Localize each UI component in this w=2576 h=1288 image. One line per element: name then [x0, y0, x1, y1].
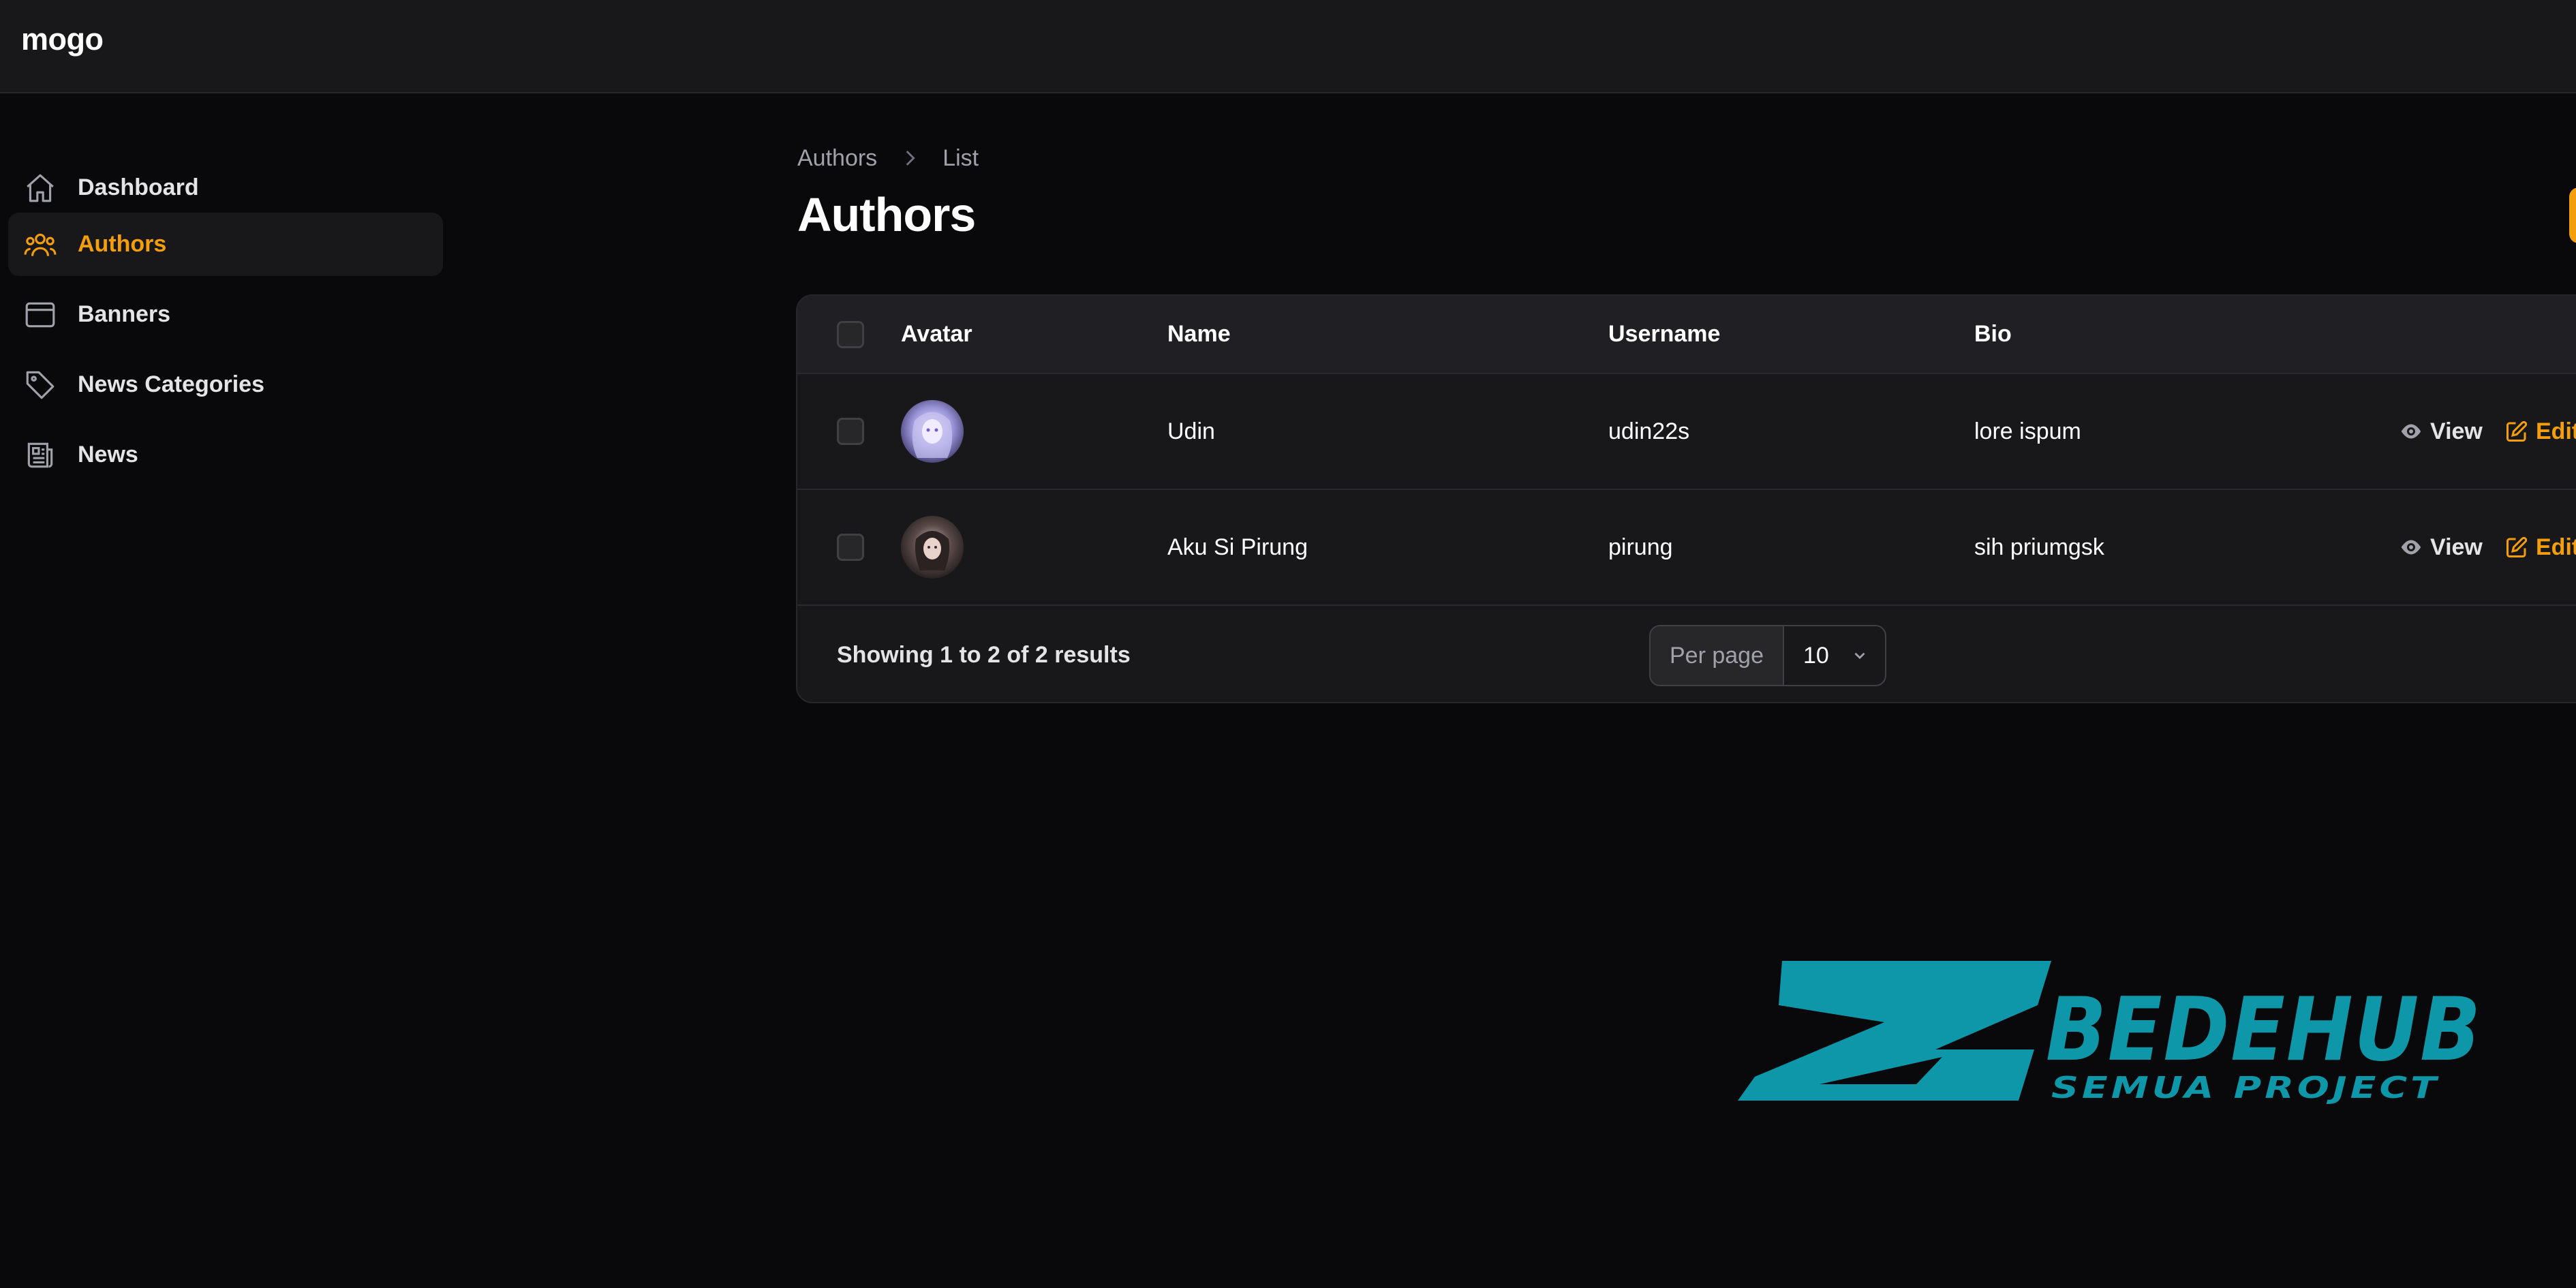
- breadcrumb: Authors List: [797, 144, 979, 172]
- browser-window-icon: [22, 296, 59, 333]
- sidebar-item-authors[interactable]: Authors: [8, 213, 443, 276]
- pencil-square-icon: [2506, 536, 2528, 557]
- sidebar-item-label: Dashboard: [78, 174, 199, 200]
- newspaper-icon: [22, 437, 59, 474]
- avatar-cell: [901, 490, 964, 604]
- edit-label: Edit: [2536, 534, 2576, 560]
- edit-button[interactable]: Edit: [2504, 534, 2576, 561]
- per-page-label: Per page: [1651, 626, 1784, 685]
- eye-icon: [2401, 424, 2421, 439]
- edit-label: Edit: [2536, 418, 2576, 444]
- sidebar-item-label: Authors: [78, 231, 167, 257]
- edit-button[interactable]: Edit: [2504, 418, 2576, 445]
- per-page-value: 10: [1803, 642, 1829, 669]
- pencil-square-icon: [2506, 420, 2528, 442]
- column-header-name[interactable]: Name: [1167, 296, 1231, 373]
- author-username: pirung: [1608, 534, 1673, 560]
- chevron-right-icon: [896, 144, 923, 172]
- table-footer: Showing 1 to 2 of 2 results Per page 10: [797, 606, 2576, 702]
- results-summary: Showing 1 to 2 of 2 results: [837, 642, 1131, 668]
- brand-logo[interactable]: mogo: [21, 22, 104, 57]
- view-label: View: [2430, 534, 2483, 560]
- select-all-cell: [837, 296, 864, 373]
- author-name: Aku Si Pirung: [1167, 534, 1308, 560]
- per-page-dropdown[interactable]: 10: [1784, 626, 1885, 685]
- new-author-button[interactable]: [2569, 187, 2576, 243]
- top-bar: mogo: [0, 0, 2576, 93]
- avatar-cell: [901, 374, 964, 489]
- view-button[interactable]: View: [2399, 534, 2483, 561]
- bedehub-watermark-logo: BEDEHUB SEMUA PROJECT: [1738, 957, 2487, 1105]
- row-select-cell: [837, 490, 864, 604]
- sidebar-item-news[interactable]: News: [8, 423, 443, 487]
- view-button[interactable]: View: [2399, 418, 2483, 445]
- column-header-avatar[interactable]: Avatar: [901, 296, 972, 373]
- chevron-down-icon: [1854, 652, 1865, 660]
- tag-icon: [22, 367, 59, 403]
- view-label: View: [2430, 418, 2483, 444]
- author-name: Udin: [1167, 418, 1215, 444]
- authors-table: Avatar Name Username Bio Udin udin22s lo…: [796, 294, 2576, 703]
- view-action-cell: View: [2399, 374, 2483, 489]
- author-bio: lore ispum: [1974, 418, 2081, 444]
- column-header-username[interactable]: Username: [1608, 296, 1720, 373]
- svg-text:BEDEHUB: BEDEHUB: [2046, 979, 2482, 1081]
- eye-icon: [2401, 540, 2421, 555]
- svg-text:SEMUA PROJECT: SEMUA PROJECT: [2051, 1071, 2440, 1104]
- row-checkbox[interactable]: [837, 418, 864, 445]
- page-title: Authors: [797, 188, 976, 241]
- view-action-cell: View: [2399, 490, 2483, 604]
- breadcrumb-current: List: [942, 144, 979, 171]
- author-username: udin22s: [1608, 418, 1690, 444]
- edit-action-cell: Edit: [2504, 374, 2576, 489]
- users-icon: [22, 226, 59, 263]
- edit-action-cell: Edit: [2504, 490, 2576, 604]
- sidebar-item-label: Banners: [78, 301, 171, 327]
- author-bio: sih priumgsk: [1974, 534, 2104, 560]
- sidebar: Dashboard Authors Banners News Categorie…: [0, 93, 450, 1288]
- table-row[interactable]: Udin udin22s lore ispum View Edit: [797, 374, 2576, 490]
- sidebar-item-news-categories[interactable]: News Categories: [8, 353, 443, 416]
- select-all-checkbox[interactable]: [837, 320, 864, 348]
- row-select-cell: [837, 374, 864, 489]
- sidebar-item-dashboard[interactable]: Dashboard: [8, 156, 443, 219]
- breadcrumb-link-authors[interactable]: Authors: [797, 145, 877, 172]
- avatar: [901, 400, 964, 463]
- column-header-bio[interactable]: Bio: [1974, 296, 2012, 373]
- table-row[interactable]: Aku Si Pirung pirung sih priumgsk View E…: [797, 490, 2576, 606]
- table-header: Avatar Name Username Bio: [797, 296, 2576, 374]
- per-page-select[interactable]: Per page 10: [1649, 625, 1886, 686]
- avatar: [901, 516, 964, 579]
- sidebar-item-label: News: [78, 442, 138, 467]
- row-checkbox[interactable]: [837, 534, 864, 561]
- sidebar-item-label: News Categories: [78, 371, 264, 397]
- sidebar-item-banners[interactable]: Banners: [8, 283, 443, 346]
- home-icon: [22, 170, 59, 206]
